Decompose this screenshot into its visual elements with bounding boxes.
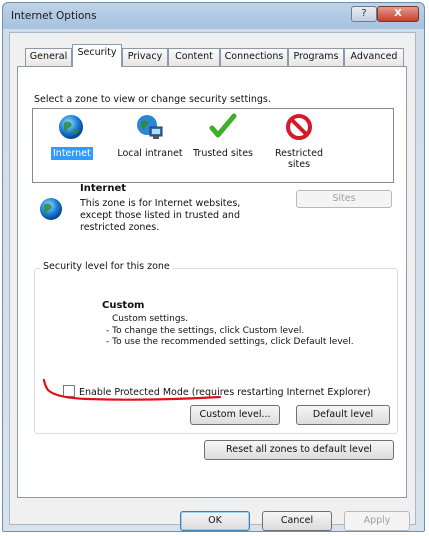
level-desc-line-3: - To use the recommended settings, click… [106, 337, 354, 347]
zone-internet[interactable]: Internet [51, 113, 93, 160]
zone-list: Internet Local intranet Trusted sites Re… [32, 108, 394, 183]
zone-restricted-sites-label: Restricted sites [274, 148, 324, 170]
apply-button[interactable]: Apply [344, 511, 410, 531]
globe-icon [40, 198, 62, 220]
tab-security[interactable]: Security [72, 44, 122, 67]
zone-trusted-sites-label: Trusted sites [193, 148, 254, 159]
zone-local-intranet[interactable]: Local intranet [115, 113, 185, 160]
tab-programs[interactable]: Programs [288, 48, 344, 66]
title-bar[interactable]: Internet Options ? X [3, 3, 424, 29]
checkmark-icon [209, 113, 237, 138]
security-level-description: Custom settings. - To change the setting… [106, 314, 354, 349]
tab-privacy[interactable]: Privacy [122, 48, 168, 66]
close-icon: X [394, 8, 402, 19]
reset-all-zones-button[interactable]: Reset all zones to default level [204, 440, 394, 460]
close-button[interactable]: X [377, 6, 419, 22]
level-desc-line-2: - To change the settings, click Custom l… [106, 325, 305, 336]
sites-button[interactable]: Sites [296, 190, 392, 208]
window-title: Internet Options [11, 10, 97, 22]
zone-trusted-sites[interactable]: Trusted sites [191, 113, 255, 160]
default-level-button[interactable]: Default level [296, 405, 390, 425]
zone-internet-label: Internet [51, 147, 93, 160]
tab-connections[interactable]: Connections [220, 48, 288, 66]
intranet-icon [137, 115, 163, 139]
help-icon: ? [361, 8, 367, 19]
tab-content[interactable]: Content [168, 48, 220, 66]
restricted-icon [286, 114, 312, 140]
zone-info-title: Internet [80, 183, 127, 194]
globe-icon [59, 115, 83, 139]
red-underline-annotation [42, 378, 222, 401]
security-level-title: Security level for this zone [40, 261, 173, 272]
help-button[interactable]: ? [351, 6, 377, 22]
zone-info-description: This zone is for Internet websites, exce… [80, 198, 241, 233]
tab-general[interactable]: General [25, 48, 72, 66]
custom-level-button[interactable]: Custom level... [190, 405, 280, 425]
zone-prompt: Select a zone to view or change security… [34, 94, 271, 105]
ok-button[interactable]: OK [180, 511, 250, 531]
zone-local-intranet-label: Local intranet [117, 148, 183, 159]
cancel-button[interactable]: Cancel [262, 511, 332, 531]
zone-restricted-sites[interactable]: Restricted sites [269, 113, 329, 171]
level-desc-line-1: Custom settings. [112, 314, 189, 324]
tab-advanced[interactable]: Advanced [344, 48, 404, 66]
security-level-name: Custom [102, 300, 145, 311]
